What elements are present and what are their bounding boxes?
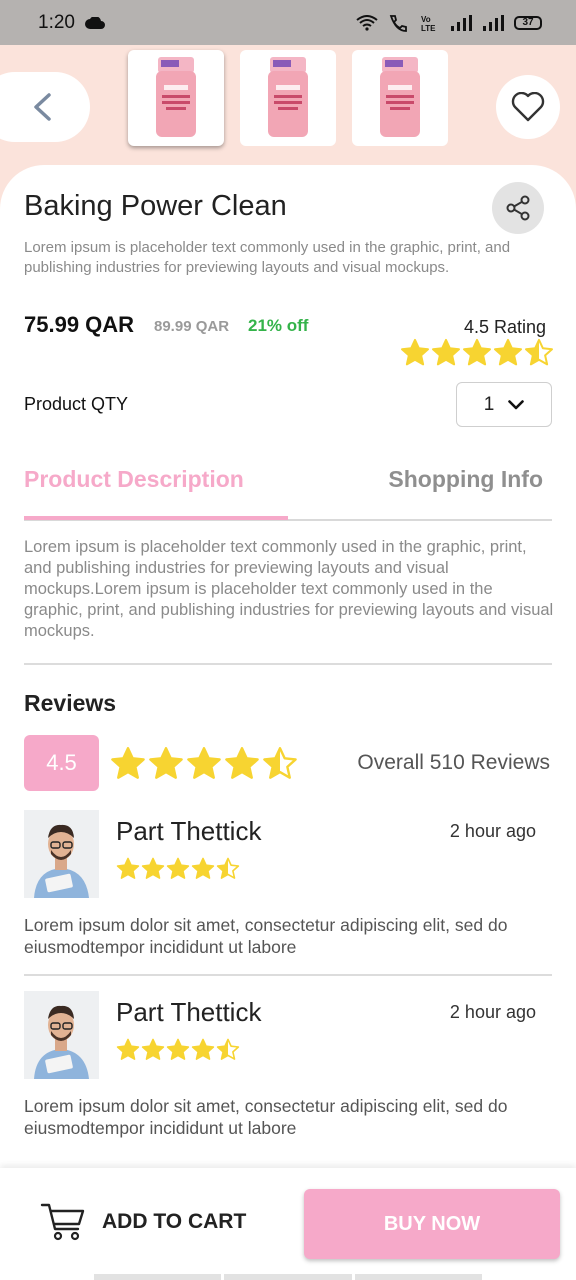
star-icon [191,1038,215,1060]
star-icon [263,747,297,779]
thumbnail-3[interactable] [352,50,448,146]
favorite-button[interactable] [496,75,560,139]
star-icon [166,857,190,879]
star-icon [187,747,221,779]
chevron-left-icon [34,93,51,121]
review-rating-stars [116,857,240,886]
review-text: Lorem ipsum dolor sit amet, consectetur … [24,915,508,957]
overall-rating-stars [110,746,298,787]
battery-icon: 37 [514,15,542,30]
product-rating-stars [400,338,554,373]
review-time: 2 hour ago [449,821,536,841]
svg-text:Vo: Vo [421,15,431,24]
star-icon [116,1038,140,1060]
star-icon [166,1038,190,1060]
person-avatar-image [24,991,99,1079]
product-old-price: 89.99 QAR [154,318,230,335]
reviewer-name: Part Thettick [116,816,262,846]
review-time: 2 hour ago [449,1002,536,1022]
product-price: 75.99 QAR [24,312,135,337]
product-subtitle: Lorem ipsum is placeholder text commonly… [24,239,511,276]
tab-product-description[interactable]: Product Description [24,466,244,493]
product-description-text: Lorem ipsum is placeholder text commonly… [24,538,554,640]
signal-icon [451,14,472,31]
tab-shopping-info[interactable]: Shopping Info [388,466,543,493]
thumbnail-strip [128,50,448,146]
overall-review-count: Overall 510 Reviews [357,751,550,774]
status-bar: 1:20 Vo LTE 37 [0,0,576,45]
review-rating-stars [116,1038,240,1067]
product-title: Baking Power Clean [24,190,287,222]
product-bottle-image [268,57,308,137]
qty-value: 1 [483,393,495,415]
cart-icon [40,1203,85,1241]
review-item: Part Thettick 2 hour ago Lorem ipsum dol… [24,810,552,970]
rating-label: 4.5 Rating [463,317,546,337]
avatar [24,991,99,1079]
star-icon [141,857,165,879]
avatar [24,810,99,898]
reviewer-name: Part Thettick [116,997,262,1027]
svg-text:LTE: LTE [421,24,436,33]
overall-score-badge: 4.5 [24,735,99,791]
star-icon [141,1038,165,1060]
cloud-icon [85,16,105,29]
share-icon [506,195,530,221]
star-icon [401,338,429,366]
add-to-cart-button[interactable]: ADD TO CART [40,1202,246,1242]
signal-icon-2 [483,14,504,31]
wifi-icon [356,14,378,31]
star-icon [494,338,522,366]
star-icon [463,338,491,366]
thumbnail-1[interactable] [128,50,224,146]
status-icons: Vo LTE 37 [356,13,542,33]
star-icon [225,747,259,779]
back-button[interactable] [0,72,90,142]
reviews-title: Reviews [24,690,117,716]
review-item: Part Thettick 2 hour ago Lorem ipsum dol… [24,991,552,1151]
tab-active-indicator [24,516,288,520]
divider [24,663,552,665]
chevron-down-icon [508,399,525,409]
thumbnail-2[interactable] [240,50,336,146]
volte-icon: VoLTE [421,15,436,33]
buy-now-button[interactable]: BUY NOW [304,1189,560,1259]
star-icon [149,747,183,779]
heart-icon [511,92,545,122]
share-button[interactable] [492,182,544,234]
star-icon [116,857,140,879]
nav-hint-bar [94,1274,482,1280]
status-time: 1:20 [38,11,75,33]
star-icon [111,747,145,779]
person-avatar-image [24,810,99,898]
product-bottle-image [380,57,420,137]
add-to-cart-label: ADD TO CART [102,1210,247,1233]
bottom-action-bar: ADD TO CART BUY NOW [0,1168,576,1280]
product-gallery-area [0,45,576,185]
star-icon [525,338,553,366]
qty-select[interactable]: 1 [456,382,552,427]
star-icon [432,338,460,366]
product-bottle-image [156,57,196,137]
star-icon [216,857,240,879]
discount-badge: 21% off [248,316,309,335]
star-icon [191,857,215,879]
review-text: Lorem ipsum dolor sit amet, consectetur … [24,1096,508,1138]
qty-label: Product QTY [24,394,129,414]
wifi-call-icon [389,14,407,32]
divider [24,974,552,976]
star-icon [216,1038,240,1060]
